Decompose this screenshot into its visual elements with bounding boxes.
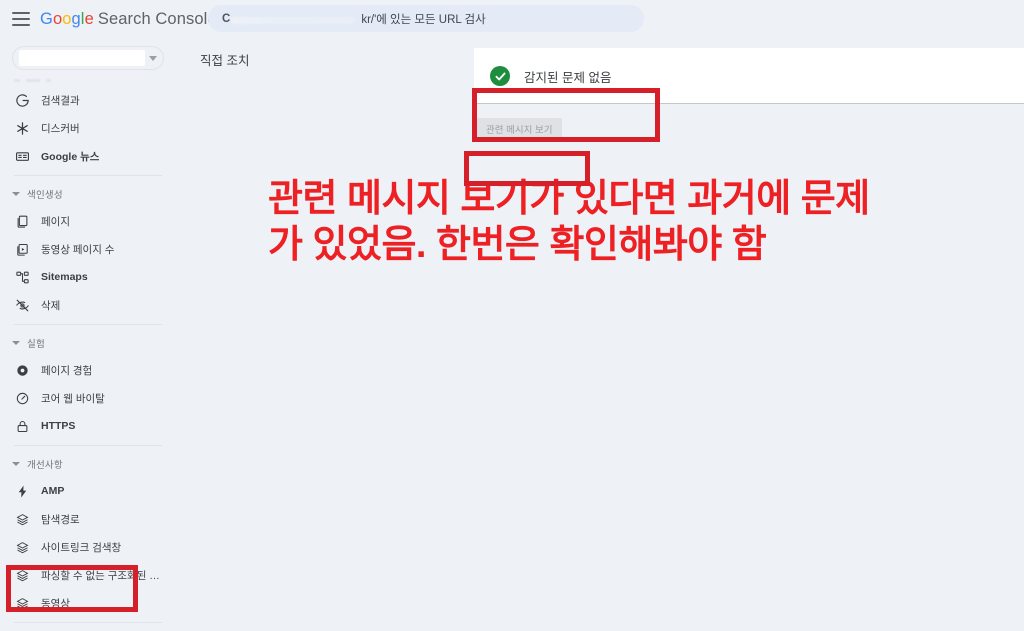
sidebar-divider	[14, 445, 162, 446]
sidebar-section-indexing[interactable]: 색인생성	[0, 181, 176, 207]
main-content: 직접 조치 감지된 문제 없음 관련 메시지 보기 관련 메시지 보기가 있다면…	[176, 38, 1024, 631]
sidebar-item-label: 검색결과	[41, 94, 80, 107]
sidebar-item-sitelinks-searchbox[interactable]: 사이트링크 검색창	[0, 533, 176, 561]
pages-icon	[14, 213, 30, 229]
amp-bolt-icon	[14, 483, 30, 499]
sidebar-item-label: 동영상	[41, 597, 70, 610]
sidebar-item-label: 디스커버	[41, 122, 80, 135]
sidebar-section-label: 색인생성	[27, 190, 63, 201]
sidebar-item-video-pages[interactable]: 동영상 페이지 수	[0, 235, 176, 263]
sidebar-item-core-web-vitals[interactable]: 코어 웹 바이탈	[0, 384, 176, 412]
chevron-down-icon	[12, 462, 20, 466]
property-selector[interactable]	[12, 46, 164, 70]
sidebar-item-label: 페이지	[41, 215, 70, 228]
sidebar-section-label: 개선사항	[27, 460, 63, 471]
green-check-circle-icon	[490, 66, 510, 86]
sidebar-item-label: 페이지 경험	[41, 364, 93, 377]
status-text: 감지된 문제 없음	[524, 70, 612, 85]
page-title: 직접 조치	[200, 54, 250, 68]
sidebar-item-videos[interactable]: 동영상	[0, 589, 176, 617]
view-related-messages-button[interactable]: 관련 메시지 보기	[476, 118, 563, 139]
manual-actions-status-card: 감지된 문제 없음	[474, 48, 1024, 104]
sidebar-item-https[interactable]: HTTPS	[0, 412, 176, 440]
logo-letter-g6: e	[84, 9, 94, 28]
sidebar-item-label: 탐색경로	[41, 513, 80, 526]
sidebar-item-search-results[interactable]: 검색결과	[0, 86, 176, 114]
sidebar-item-removals[interactable]: 삭제	[0, 291, 176, 319]
chevron-down-icon	[12, 341, 20, 345]
sidebar-item-label: 사이트링크 검색창	[41, 541, 122, 554]
sidebar-item-label: 삭제	[41, 299, 61, 312]
sidebar-group-experience: 실험 페이지 경험 코어 웹 바이탈 HTTPS	[0, 330, 176, 440]
sidebar-item-pages[interactable]: 페이지	[0, 207, 176, 235]
sidebar-item-google-news[interactable]: Google 뉴스	[0, 142, 176, 170]
chevron-down-icon	[12, 192, 20, 196]
sidebar-item-breadcrumbs[interactable]: 탐색경로	[0, 505, 176, 533]
annotation-note: 관련 메시지 보기가 있다면 과거에 문제 가 있었음. 한번은 확인해봐야 함	[268, 178, 870, 267]
search-text-prefix: C	[222, 12, 231, 25]
sidebar-item-label: 파싱할 수 없는 구조화된 …	[41, 569, 160, 582]
sidebar-group-0: 검색결과 디스커버 Google 뉴스	[0, 86, 176, 170]
unparsable-structured-data-icon	[14, 567, 30, 583]
sidebar-section-enhancements[interactable]: 개선사항	[0, 451, 176, 477]
sidebar-item-label: HTTPS	[41, 420, 76, 432]
logo-letter-g4: g	[71, 9, 81, 28]
discover-asterisk-icon	[14, 120, 30, 136]
sidebar-item-unparsable-structured-data[interactable]: 파싱할 수 없는 구조화된 …	[0, 561, 176, 589]
sidebar-section-label: 실험	[27, 339, 45, 350]
sidebar-truncated-row	[14, 74, 162, 86]
sidebar-item-label: 동영상 페이지 수	[41, 243, 115, 256]
sidebar-item-label: AMP	[41, 485, 65, 497]
hamburger-menu-icon[interactable]	[12, 12, 30, 26]
logo-letter-g3: o	[62, 9, 72, 28]
logo-product-name: Search Console	[97, 9, 217, 28]
sidebar-divider	[14, 324, 162, 325]
chevron-down-icon	[149, 55, 157, 61]
search-text-redacted	[231, 16, 356, 24]
sidebar-group-indexing: 색인생성 페이지 동영상 페이지 수 Sitemaps 삭제	[0, 181, 176, 319]
sidebar-item-sitemaps[interactable]: Sitemaps	[0, 263, 176, 291]
lock-icon	[14, 418, 30, 434]
sidebar-item-label: Google 뉴스	[41, 150, 100, 163]
news-icon	[14, 148, 30, 164]
sitemaps-icon	[14, 269, 30, 285]
sitelinks-searchbox-icon	[14, 539, 30, 555]
removals-eye-slash-icon	[14, 297, 30, 313]
sidebar-divider	[14, 175, 162, 176]
property-selector-value	[19, 50, 145, 66]
sidebar-divider	[14, 622, 162, 623]
sidebar-item-amp[interactable]: AMP	[0, 477, 176, 505]
sidebar-item-label: 코어 웹 바이탈	[41, 392, 105, 405]
sidebar-item-discover[interactable]: 디스커버	[0, 114, 176, 142]
search-text-suffix: kr/'에 있는 모든 URL 검사	[361, 13, 486, 26]
sidebar-group-enhancements: 개선사항 AMP 탐색경로 사이트링크 검색창 파싱할 수 없는 구조화된 … …	[0, 451, 176, 617]
breadcrumbs-icon	[14, 511, 30, 527]
sidebar-item-page-experience[interactable]: 페이지 경험	[0, 356, 176, 384]
sidebar-section-experience[interactable]: 실험	[0, 330, 176, 356]
sidebar: 검색결과 디스커버 Google 뉴스 색인생성 페이지 동영상 페이지 수 S…	[0, 38, 176, 631]
core-web-vitals-speedometer-icon	[14, 390, 30, 406]
videos-icon	[14, 595, 30, 611]
logo-letter-g2: o	[52, 9, 63, 28]
status-row: 감지된 문제 없음	[474, 48, 1024, 104]
google-g-icon	[14, 92, 30, 108]
video-pages-icon	[14, 241, 30, 257]
page-experience-icon	[14, 362, 30, 378]
logo-letter-g1: G	[40, 9, 53, 28]
sidebar-item-label: Sitemaps	[41, 271, 88, 283]
url-inspection-search-input[interactable]: C kr/'에 있는 모든 URL 검사	[208, 5, 644, 32]
app-brand-logo: Go o g l e Search Console	[40, 10, 217, 29]
